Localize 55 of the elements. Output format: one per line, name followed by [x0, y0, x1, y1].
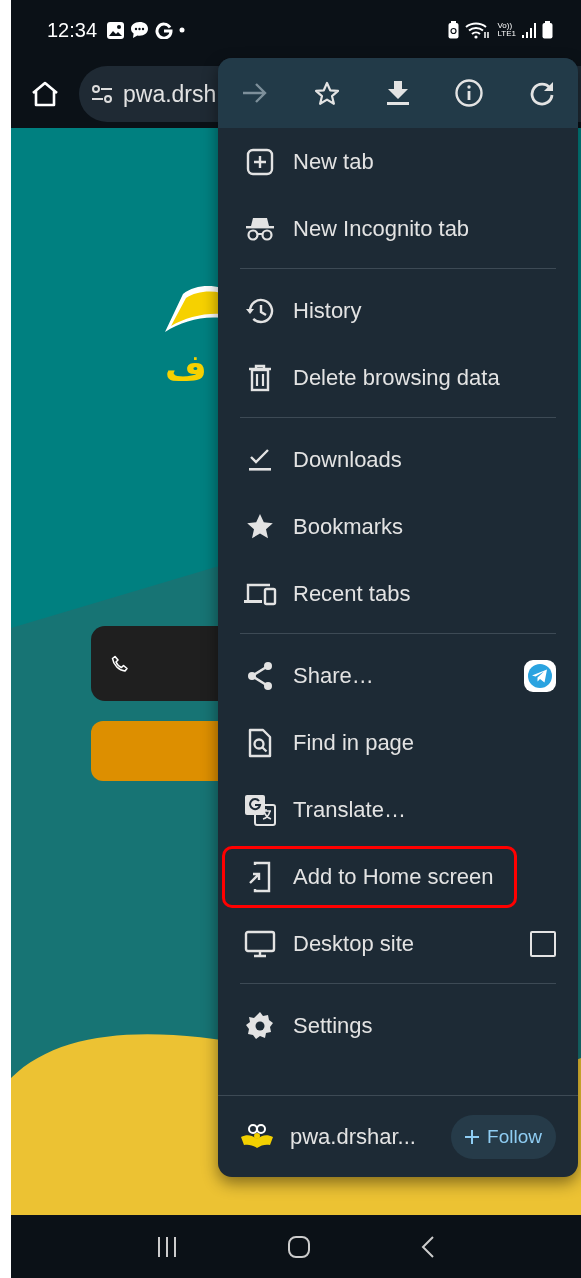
chat-bubble-icon [130, 21, 150, 39]
add-to-home-icon [248, 860, 272, 893]
telegram-app-icon[interactable] [524, 659, 556, 692]
clock-time: 12:34 [47, 18, 98, 42]
info-icon[interactable] [455, 79, 484, 107]
incognito-icon [245, 215, 275, 242]
plus-square-icon [246, 147, 274, 176]
history-icon [245, 296, 275, 325]
menu-item[interactable]: History [222, 279, 385, 342]
settings-icon [245, 1010, 275, 1041]
desktop-site-checkbox[interactable] [530, 930, 556, 957]
network-label-bottom: LTE1 [497, 30, 516, 38]
menu-item[interactable]: New Incognito tab [222, 197, 493, 260]
translate-icon [244, 793, 276, 826]
gallery-icon [107, 21, 125, 39]
menu-item[interactable]: Recent tabs [222, 562, 434, 625]
menu-item[interactable]: Bookmarks [222, 495, 427, 558]
download-icon[interactable] [385, 80, 410, 106]
plus-icon [465, 1130, 480, 1144]
download-check-icon [247, 447, 273, 472]
battery-icon [542, 21, 553, 39]
battery-saver-icon [448, 21, 460, 39]
recent-apps-icon[interactable] [155, 1235, 178, 1258]
menu-item[interactable]: New tab [222, 130, 397, 193]
dot-icon [179, 27, 186, 33]
logo-text: ف [165, 346, 207, 390]
menu-item[interactable]: Delete browsing data [222, 346, 523, 409]
menu-item[interactable]: Add to Home screen [222, 845, 517, 908]
signal-icon [522, 22, 536, 38]
home-button-icon[interactable] [287, 1234, 311, 1259]
tune-icon[interactable] [91, 85, 113, 103]
menu-item[interactable]: Share… [222, 644, 397, 707]
wifi-icon [465, 21, 492, 39]
site-logo-icon [240, 1123, 274, 1151]
menu-item[interactable]: Desktop site [222, 912, 438, 975]
home-icon[interactable] [31, 81, 59, 107]
url-text: pwa.drsh [123, 80, 217, 108]
menu-item[interactable]: Settings [222, 994, 396, 1057]
trash-icon [248, 363, 272, 392]
phone-icon [111, 654, 129, 673]
devices-icon [243, 581, 277, 606]
reload-icon[interactable] [529, 80, 555, 106]
menu-item[interactable]: Downloads [222, 428, 425, 491]
star-icon[interactable] [313, 80, 340, 106]
star-icon [246, 513, 274, 540]
network-label-top: Vo)) [497, 22, 513, 30]
share-icon [246, 660, 274, 691]
follow-button[interactable]: Follow [451, 1115, 556, 1159]
find-in-page-icon [248, 727, 272, 758]
site-name: pwa.drshar... [290, 1124, 416, 1150]
google-icon [155, 21, 174, 39]
monitor-icon [244, 929, 276, 958]
menu-item[interactable]: Find in page [222, 711, 438, 774]
back-icon[interactable] [420, 1234, 437, 1259]
menu-item[interactable]: Translate… [222, 778, 429, 841]
